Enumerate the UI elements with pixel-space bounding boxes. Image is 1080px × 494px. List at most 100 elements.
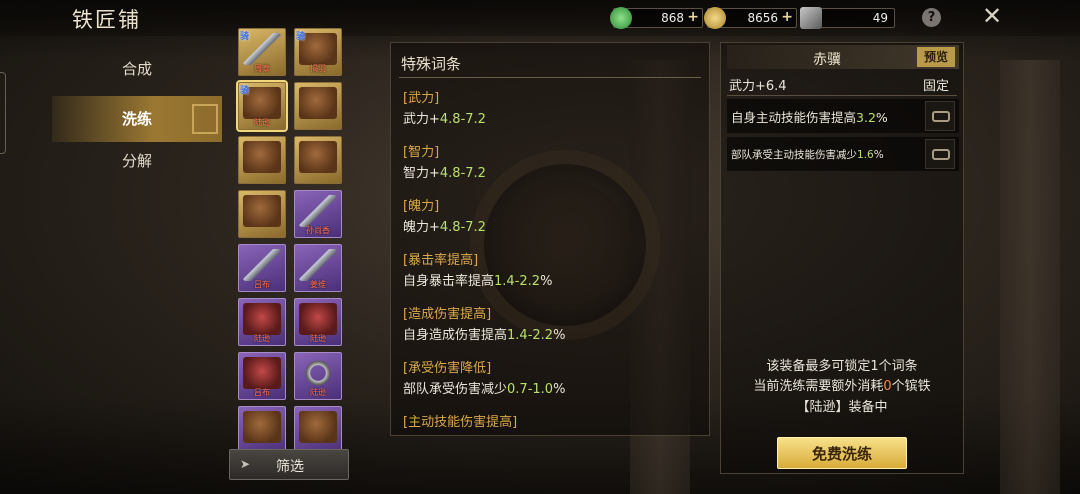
equipment-slot[interactable] [294, 406, 342, 450]
special-attribute: [造成伤害提高] 自身造成伤害提高1.4-2.2% [403, 303, 565, 343]
equipment-slot[interactable]: 骑周泰 [238, 28, 286, 76]
special-attribute: [承受伤害降低] 部队承受伤害减少0.7-1.0% [403, 357, 565, 397]
copper-coin-icon [704, 7, 726, 29]
equipment-slot[interactable]: 姜维 [294, 244, 342, 292]
equipment-slot[interactable] [238, 190, 286, 238]
special-attribute: [暴击率提高] 自身暴击率提高1.4-2.2% [403, 249, 552, 289]
add-jade-button[interactable]: + [687, 9, 699, 25]
equipment-slot[interactable]: 吕布 [238, 244, 286, 292]
equipment-header: 赤骥 预览 [727, 45, 959, 69]
equipment-name: 赤骥 [813, 52, 841, 68]
owner-label: 陆逊 [310, 388, 326, 397]
horse-icon [299, 141, 337, 173]
background-pillar [1000, 60, 1060, 494]
special-attributes-panel: 特殊词条 [武力] 武力+4.8-7.2 [智力] 智力+4.8-7.2 [魄力] 魄力+… [390, 42, 710, 436]
attribute-range: 武力+4.8-7.2 [403, 112, 486, 127]
owner-label: 揭羽 [310, 64, 326, 73]
add-copper-button[interactable]: + [781, 9, 793, 25]
jade-icon [610, 7, 632, 29]
equipment-slot[interactable]: 骑陆逊 [236, 80, 288, 132]
tab-decompose[interactable]: 分解 [52, 138, 222, 184]
tab-label: 洗练 [122, 110, 153, 128]
owner-label: 陆逊 [254, 118, 270, 127]
equipment-slot[interactable]: 骑揭羽 [294, 28, 342, 76]
equipment-attribute: 部队承受主动技能伤害减少1.6% [727, 137, 959, 171]
divider [399, 77, 701, 78]
panel-title: 特殊词条 [401, 55, 462, 73]
resource-value: 49 [872, 11, 888, 25]
special-attribute: [武力] 武力+4.8-7.2 [403, 87, 486, 127]
armor-icon [243, 303, 281, 335]
horse-icon [299, 87, 337, 119]
horse-icon [243, 411, 281, 443]
owner-label: 吕布 [254, 280, 270, 289]
knot-ornament-icon [192, 104, 218, 134]
tab-synthesize[interactable]: 合成 [52, 46, 222, 92]
equipment-slot[interactable] [294, 82, 342, 130]
base-attribute: 武力+6.4 [729, 79, 787, 94]
resource-value: 868 [661, 11, 684, 25]
armor-icon [243, 357, 281, 389]
special-attribute: [魄力] 魄力+4.8-7.2 [403, 195, 486, 235]
special-attribute: [主动技能伤害提高] [403, 411, 517, 430]
equipment-slot[interactable]: 陆逊 [294, 298, 342, 346]
filter-button[interactable]: ➤ 筛选 [229, 449, 349, 480]
equipment-slot[interactable] [294, 136, 342, 184]
attribute-range: 自身暴击率提高1.4-2.2% [403, 274, 553, 289]
cost-info: 当前洗练需要额外消耗0个镔铁 [753, 379, 931, 394]
equipment-slot[interactable] [238, 406, 286, 450]
attribute-heading: [智力] [403, 145, 440, 160]
attribute-range: 部队承受伤害减少0.7-1.0% [403, 382, 566, 397]
equipment-attribute: 自身主动技能伤害提高3.2% [727, 99, 959, 133]
owner-label: 陆逊 [254, 334, 270, 343]
resource-jade[interactable]: 868 + [610, 7, 703, 29]
horse-icon [243, 195, 281, 227]
free-refine-button[interactable]: 免费洗练 [777, 437, 907, 469]
equipment-slot[interactable]: 孙尚香 [294, 190, 342, 238]
ring-icon [299, 357, 337, 389]
attribute-range: 智力+4.8-7.2 [403, 166, 486, 181]
weapon-icon [299, 195, 337, 227]
resource-copper[interactable]: 8656 + [704, 7, 797, 29]
equipment-detail-panel: 赤骥 预览 武力+6.4 固定 自身主动技能伤害提高3.2% 部队承受主动技能伤… [720, 42, 964, 474]
attribute-range: 魄力+4.8-7.2 [403, 220, 486, 235]
top-bar: 铁匠铺 868 + 8656 + 49 ? ✕ [0, 0, 1080, 36]
iron-ore-icon [800, 7, 822, 29]
owner-label: 姜维 [310, 280, 326, 289]
equipment-slot[interactable]: 陆逊 [238, 298, 286, 346]
attribute-heading: [武力] [403, 91, 440, 106]
equipment-grid: 骑周泰骑揭羽骑陆逊 孙尚香 吕布 姜维 陆逊 陆逊 吕布 陆逊 [236, 26, 344, 450]
owner-label: 陆逊 [310, 334, 326, 343]
owner-label: 周泰 [254, 64, 270, 73]
nav-edge-tab[interactable] [0, 72, 6, 154]
filter-label: 筛选 [276, 459, 304, 475]
equipment-slot[interactable]: 陆逊 [294, 352, 342, 400]
resource-iron: 49 [800, 7, 895, 29]
attribute-text: 自身主动技能伤害提高3.2% [731, 110, 888, 125]
close-icon[interactable]: ✕ [980, 4, 1004, 28]
preview-button[interactable]: 预览 [917, 47, 955, 67]
owner-label: 孙尚香 [306, 226, 330, 235]
horse-icon [299, 411, 337, 443]
special-attribute: [智力] 智力+4.8-7.2 [403, 141, 486, 181]
attribute-text: 部队承受主动技能伤害减少1.6% [731, 149, 884, 161]
attribute-heading: [主动技能伤害提高] [403, 415, 518, 430]
horse-icon [243, 141, 281, 173]
attribute-heading: [造成伤害提高] [403, 307, 492, 322]
lock-icon[interactable] [925, 101, 955, 131]
weapon-icon [299, 249, 337, 281]
equipment-slot[interactable]: 吕布 [238, 352, 286, 400]
equipped-by-info: 【陆逊】装备中 [796, 400, 888, 415]
tab-refine[interactable]: 洗练 [52, 96, 222, 142]
lock-icon[interactable] [925, 139, 955, 169]
resource-value: 8656 [747, 11, 778, 25]
cavalry-tag: 骑 [240, 32, 250, 42]
page-title: 铁匠铺 [72, 8, 141, 32]
lock-limit-info: 该装备最多可锁定1个词条 [766, 359, 918, 374]
attribute-heading: [暴击率提高] [403, 253, 479, 268]
weapon-icon [243, 249, 281, 281]
cavalry-tag: 骑 [240, 86, 250, 96]
equipment-slot[interactable] [238, 136, 286, 184]
armor-icon [299, 303, 337, 335]
help-icon[interactable]: ? [922, 8, 941, 27]
